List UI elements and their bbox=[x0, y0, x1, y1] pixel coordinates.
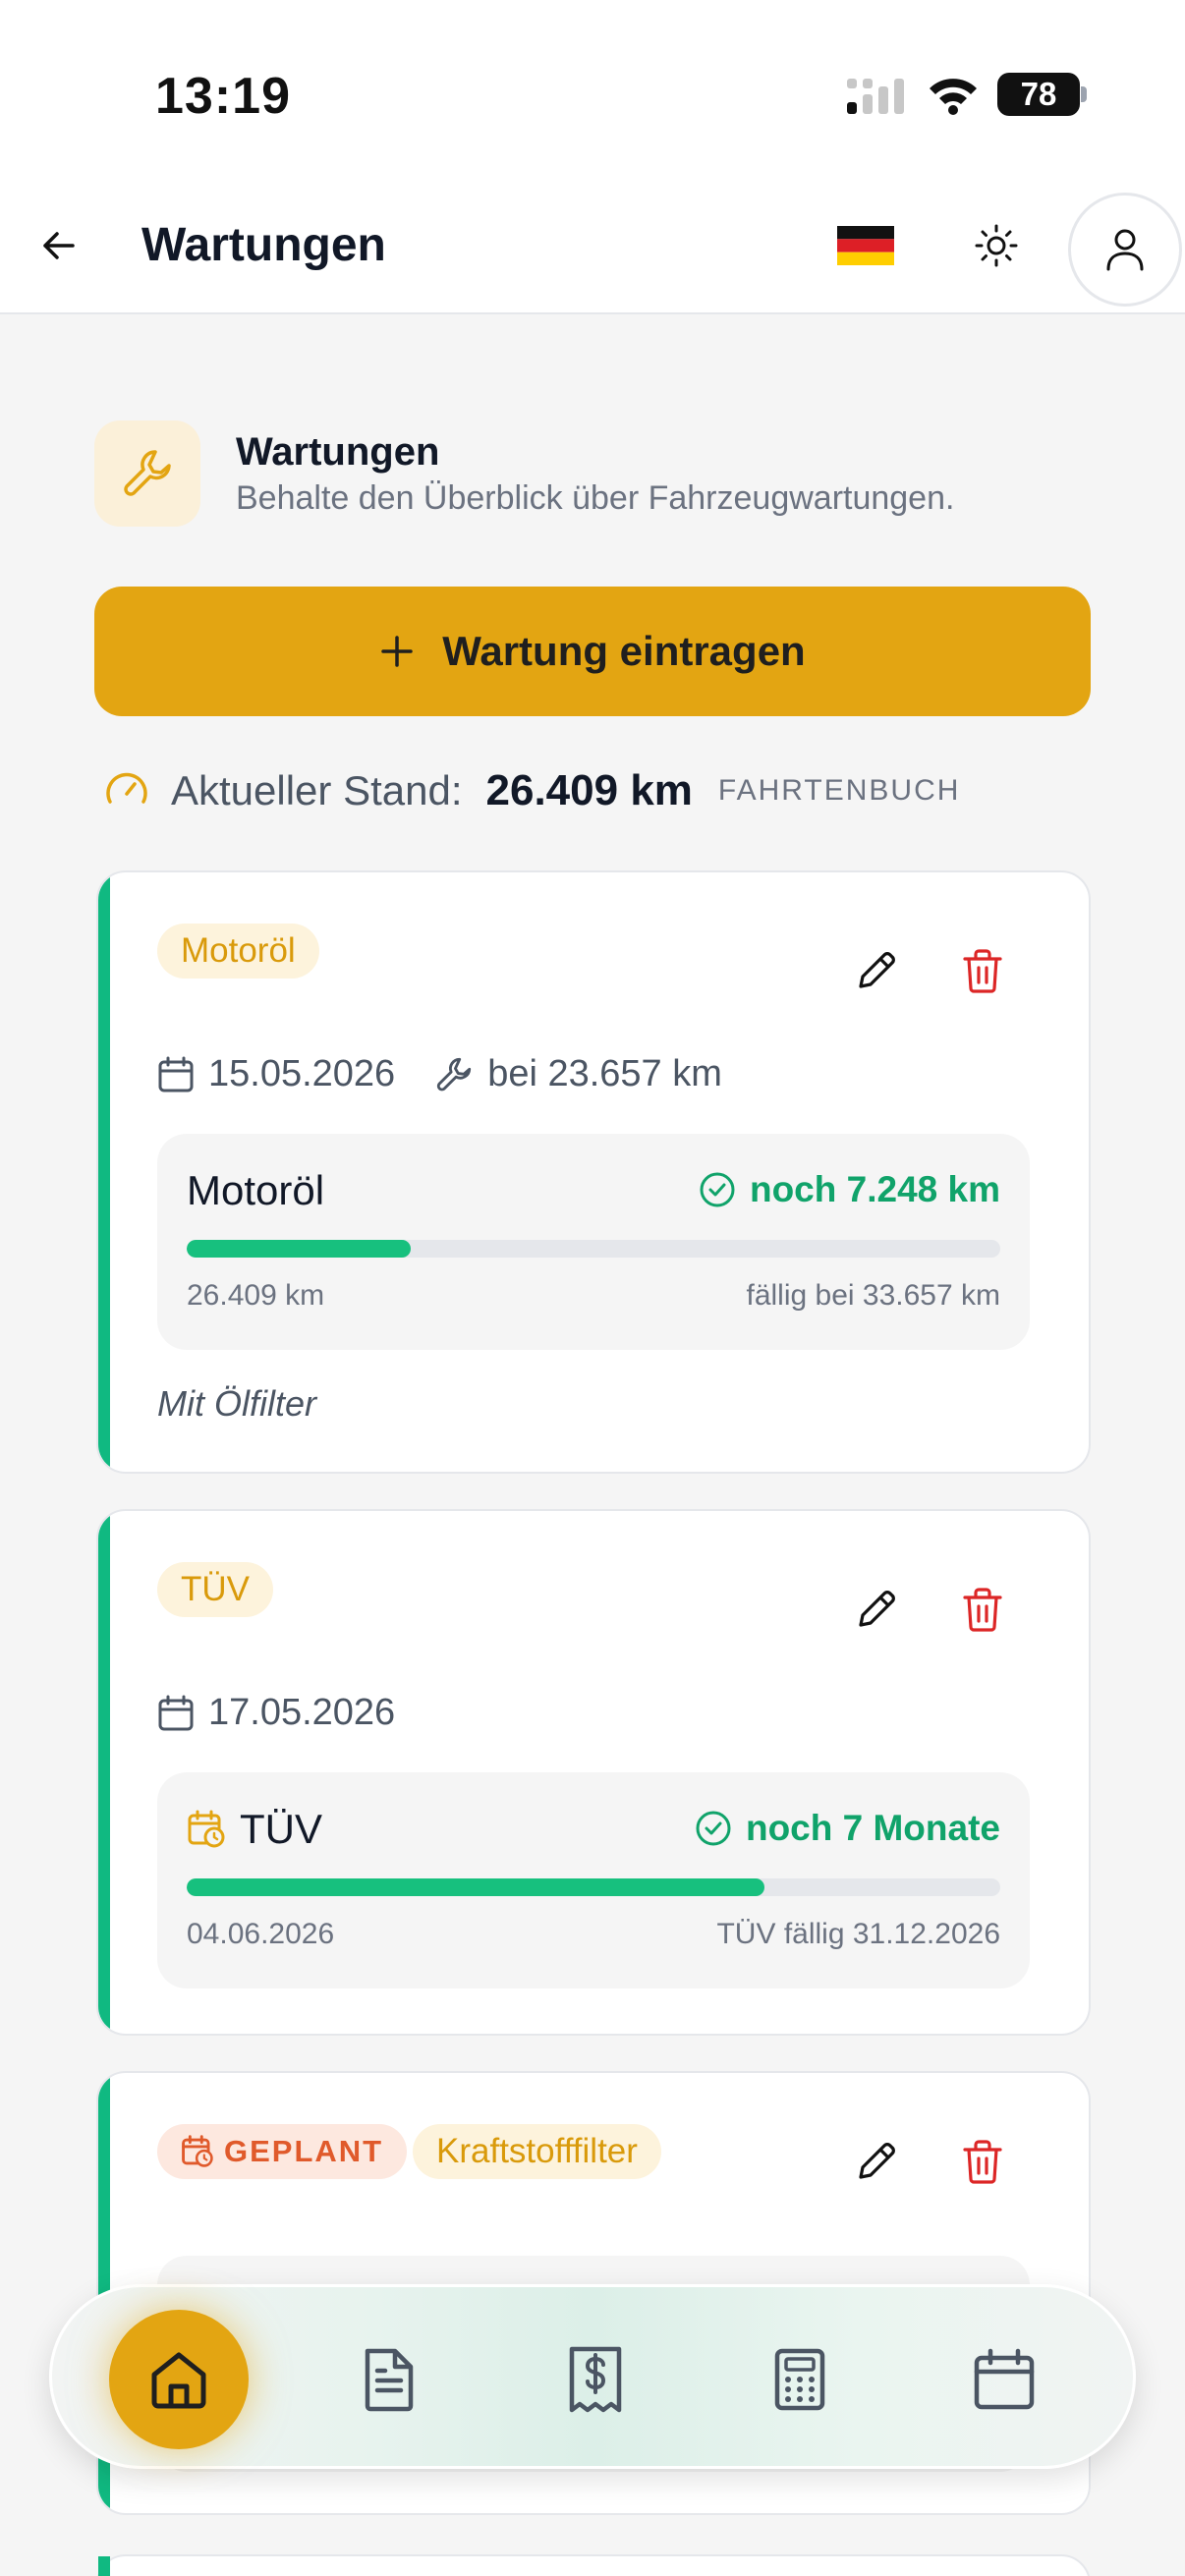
edit-button[interactable] bbox=[845, 2130, 908, 2193]
category-tag: Kraftstofffilter bbox=[413, 2124, 661, 2179]
status-time: 13:19 bbox=[155, 68, 291, 125]
pencil-icon bbox=[859, 1591, 895, 1627]
pencil-icon bbox=[859, 2143, 895, 2179]
check-circle-icon bbox=[700, 1172, 735, 1207]
maintenance-date: 17.05.2026 bbox=[208, 1692, 396, 1733]
nav-expenses[interactable] bbox=[532, 2316, 659, 2443]
wrench-icon-tile bbox=[94, 420, 200, 527]
progress-fill bbox=[187, 1240, 411, 1258]
odometer-row: Aktueller Stand: 26.409 km FAHRTENBUCH bbox=[104, 766, 960, 815]
profile-button[interactable] bbox=[1068, 193, 1182, 307]
remaining-label: noch 7 Monate bbox=[745, 1808, 1000, 1848]
wrench-icon bbox=[124, 450, 171, 496]
arrow-left-icon bbox=[43, 232, 75, 259]
section-subtitle: Behalte den Überblick über Fahrzeugwartu… bbox=[236, 479, 955, 517]
progress-title-label: Motoröl bbox=[187, 1167, 325, 1213]
progress-end-label: TÜV fällig 31.12.2026 bbox=[716, 1918, 1000, 1950]
remaining-label: noch 7.248 km bbox=[749, 1169, 1000, 1209]
wrench-icon bbox=[437, 1057, 472, 1091]
meta-row: 15.05.2026 bei 23.657 km bbox=[157, 1053, 722, 1095]
calendar-clock-icon bbox=[182, 2135, 213, 2167]
sun-icon bbox=[975, 224, 1018, 267]
calculator-icon bbox=[774, 2348, 825, 2411]
nav-calculator[interactable] bbox=[736, 2316, 864, 2443]
section-title: Wartungen bbox=[236, 430, 440, 474]
de-flag-icon[interactable] bbox=[837, 226, 894, 265]
edit-button[interactable] bbox=[845, 939, 908, 1002]
trash-icon bbox=[963, 2140, 1002, 2184]
progress-title: TÜV bbox=[187, 1806, 322, 1853]
progress-bar bbox=[187, 1878, 1000, 1896]
maintenance-date: 15.05.2026 bbox=[208, 1053, 396, 1094]
wifi-icon bbox=[930, 79, 977, 115]
app-bar: Wartungen bbox=[0, 187, 1185, 314]
trash-icon bbox=[963, 1588, 1002, 1632]
odometer-label: Aktueller Stand: bbox=[171, 767, 463, 813]
battery-tip bbox=[1081, 86, 1087, 102]
check-circle-icon bbox=[696, 1811, 731, 1846]
progress-fill bbox=[187, 1878, 764, 1896]
delete-button[interactable] bbox=[951, 1578, 1014, 1641]
progress-start-label: 26.409 km bbox=[187, 1279, 325, 1312]
category-tag: TÜV bbox=[157, 1562, 273, 1617]
planned-label: GEPLANT bbox=[224, 2134, 384, 2168]
nav-calendar[interactable] bbox=[940, 2316, 1068, 2443]
status-bar: 13:19 78 bbox=[0, 0, 1185, 187]
pencil-icon bbox=[859, 952, 895, 988]
calendar-clock-icon bbox=[188, 1810, 225, 1848]
user-icon bbox=[1106, 229, 1144, 271]
progress-title-label: TÜV bbox=[240, 1806, 322, 1852]
nav-home[interactable] bbox=[109, 2310, 249, 2449]
planned-badge: GEPLANT bbox=[157, 2124, 408, 2179]
maintenance-card-peek bbox=[96, 2554, 1091, 2576]
receipt-icon bbox=[569, 2346, 622, 2413]
home-icon bbox=[151, 2352, 206, 2409]
document-icon bbox=[365, 2348, 414, 2412]
nav-documents[interactable] bbox=[325, 2316, 453, 2443]
battery-indicator: 78 bbox=[997, 73, 1080, 116]
maintenance-card[interactable]: Motoröl 15.05.2026 bei 23.657 km Motoröl bbox=[96, 870, 1091, 1474]
bottom-nav bbox=[49, 2284, 1136, 2469]
theme-toggle-button[interactable] bbox=[965, 214, 1028, 277]
delete-button[interactable] bbox=[951, 2130, 1014, 2193]
maintenance-note: Mit Ölfilter bbox=[157, 1383, 316, 1424]
calendar-icon bbox=[158, 1695, 194, 1730]
odometer-value: 26.409 km bbox=[485, 766, 693, 814]
page-title: Wartungen bbox=[141, 219, 386, 271]
progress-end-label: fällig bei 33.657 km bbox=[746, 1279, 1001, 1312]
gauge-icon bbox=[106, 772, 147, 804]
add-maintenance-button[interactable]: Wartung eintragen bbox=[94, 587, 1091, 716]
meta-row: 17.05.2026 bbox=[157, 1692, 395, 1734]
maintenance-mileage: bei 23.657 km bbox=[487, 1053, 722, 1094]
maintenance-card[interactable]: TÜV 17.05.2026 TÜV noch 7 Monate 04.06.2… bbox=[96, 1509, 1091, 2036]
trash-icon bbox=[963, 949, 1002, 993]
edit-button[interactable] bbox=[845, 1578, 908, 1641]
progress-panel: TÜV noch 7 Monate 04.06.2026 TÜV fällig … bbox=[157, 1772, 1030, 1988]
calendar-icon bbox=[158, 1056, 194, 1092]
category-tag: Motoröl bbox=[157, 924, 319, 979]
progress-bar bbox=[187, 1240, 1000, 1258]
progress-panel: Motoröl noch 7.248 km 26.409 km fällig b… bbox=[157, 1134, 1030, 1350]
plus-icon bbox=[381, 636, 414, 667]
progress-title: Motoröl bbox=[187, 1167, 324, 1214]
cellular-signal-icon bbox=[847, 79, 904, 114]
add-maintenance-label: Wartung eintragen bbox=[442, 628, 806, 674]
progress-start-label: 04.06.2026 bbox=[187, 1918, 335, 1950]
remaining-status: noch 7.248 km bbox=[699, 1169, 1000, 1210]
calendar-icon bbox=[974, 2348, 1035, 2410]
delete-button[interactable] bbox=[951, 939, 1014, 1002]
remaining-status: noch 7 Monate bbox=[695, 1808, 1000, 1849]
odometer-source: FAHRTENBUCH bbox=[717, 774, 961, 807]
back-button[interactable] bbox=[29, 216, 88, 275]
